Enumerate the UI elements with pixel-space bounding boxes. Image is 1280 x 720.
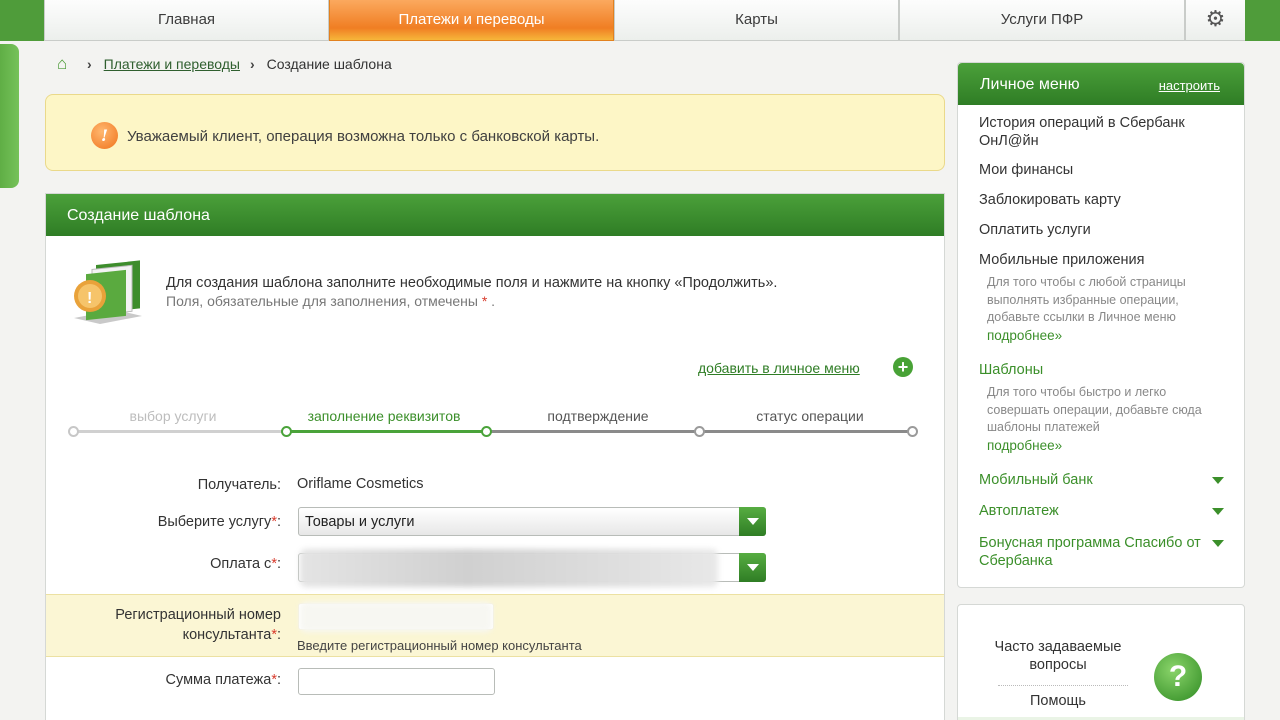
consultant-label-line2: консультанта bbox=[182, 627, 272, 643]
label-colon: : bbox=[276, 627, 281, 643]
label-colon: : bbox=[276, 556, 281, 572]
step-fill-details: заполнение реквизитов bbox=[307, 408, 461, 424]
amount-label-text: Сумма платежа bbox=[165, 672, 272, 688]
label-colon: : bbox=[276, 514, 281, 530]
step-choose-service: выбор услуги bbox=[129, 408, 217, 424]
mobile-apps-description-text: Для того чтобы с любой страницы выполнят… bbox=[987, 275, 1186, 324]
step-dot-2 bbox=[281, 426, 292, 437]
required-note-dot: . bbox=[491, 293, 496, 309]
payment-source-label-text: Оплата с bbox=[210, 556, 272, 572]
breadcrumb-chevron-icon: › bbox=[87, 56, 92, 72]
home-icon[interactable]: ⌂ bbox=[57, 55, 77, 73]
recipient-value: Oriflame Cosmetics bbox=[297, 476, 424, 492]
step-dot-1 bbox=[68, 426, 79, 437]
breadcrumb-current: Создание шаблона bbox=[266, 56, 392, 72]
required-note: Поля, обязательные для заполнения, отмеч… bbox=[166, 293, 495, 309]
nav-edge-left bbox=[0, 0, 44, 41]
chevron-down-icon[interactable] bbox=[739, 553, 766, 582]
plus-icon[interactable]: + bbox=[893, 357, 913, 377]
svg-text:!: ! bbox=[87, 290, 92, 307]
step-line-2 bbox=[287, 430, 487, 433]
templates-description: Для того чтобы быстро и легко совершать … bbox=[987, 384, 1217, 455]
step-dot-4 bbox=[694, 426, 705, 437]
more-link[interactable]: подробнее» bbox=[987, 328, 1062, 343]
expand-arrow-icon[interactable] bbox=[1212, 540, 1224, 547]
expand-arrow-icon[interactable] bbox=[1212, 477, 1224, 484]
menu-item-mobile-bank[interactable]: Мобильный банк bbox=[979, 471, 1229, 489]
consultant-label: Регистрационный номер консультанта*: bbox=[51, 605, 281, 645]
help-link[interactable]: Помощь bbox=[988, 693, 1128, 709]
recipient-label: Получатель: bbox=[197, 477, 281, 493]
top-navigation: Главная Платежи и переводы Карты Услуги … bbox=[0, 0, 1280, 41]
template-creation-panel: Создание шаблона ! Для создания шаблона … bbox=[45, 193, 945, 720]
tab-payments[interactable]: Платежи и переводы bbox=[329, 0, 614, 41]
redacted-consultant-number bbox=[300, 602, 492, 632]
payment-source-label: Оплата с*: bbox=[51, 556, 281, 572]
question-icon[interactable]: ? bbox=[1154, 653, 1202, 701]
consultant-hint: Введите регистрационный номер консультан… bbox=[297, 638, 582, 653]
chevron-down-icon[interactable] bbox=[739, 507, 766, 536]
panel-title: Создание шаблона bbox=[46, 194, 944, 236]
consultant-label-line1: Регистрационный номер bbox=[115, 607, 281, 623]
faq-box: Часто задаваемые вопросы Помощь ? bbox=[957, 604, 1245, 720]
tab-home[interactable]: Главная bbox=[44, 0, 329, 41]
progress-steps: выбор услуги заполнение реквизитов подтв… bbox=[68, 408, 918, 438]
step-line-1 bbox=[73, 430, 287, 433]
faq-link[interactable]: Часто задаваемые вопросы bbox=[988, 638, 1128, 674]
document-folder-icon: ! bbox=[74, 260, 142, 324]
step-dot-5 bbox=[907, 426, 918, 437]
menu-item-my-finances[interactable]: Мои финансы bbox=[979, 161, 1229, 179]
step-dot-3 bbox=[481, 426, 492, 437]
required-note-text: Поля, обязательные для заполнения, отмеч… bbox=[166, 293, 478, 309]
gear-icon: ⚙ bbox=[1205, 6, 1226, 31]
exclamation-icon: ! bbox=[91, 122, 118, 149]
redacted-card-number bbox=[300, 549, 718, 587]
service-label: Выберите услугу*: bbox=[51, 514, 281, 530]
menu-item-templates[interactable]: Шаблоны bbox=[979, 361, 1229, 379]
breadcrumb: ⌂ › Платежи и переводы › Создание шаблон… bbox=[57, 54, 392, 74]
required-star: * bbox=[481, 293, 488, 309]
configure-link[interactable]: настроить bbox=[1159, 78, 1220, 93]
settings-button[interactable]: ⚙ bbox=[1185, 0, 1245, 41]
faq-divider bbox=[998, 685, 1128, 686]
menu-item-block-card[interactable]: Заблокировать карту bbox=[979, 191, 1229, 209]
expand-arrow-icon[interactable] bbox=[1212, 508, 1224, 515]
menu-item-autopayment[interactable]: Автоплатеж bbox=[979, 502, 1229, 520]
more-link[interactable]: подробнее» bbox=[987, 438, 1062, 453]
service-label-text: Выберите услугу bbox=[157, 514, 272, 530]
menu-item-mobile-apps[interactable]: Мобильные приложения bbox=[979, 251, 1229, 269]
warning-text: Уважаемый клиент, операция возможна толь… bbox=[127, 128, 600, 145]
personal-menu: Личное меню настроить История операций в… bbox=[957, 62, 1245, 588]
tab-cards[interactable]: Карты bbox=[614, 0, 899, 41]
menu-item-operations-history[interactable]: История операций в Сбербанк ОнЛ@йн bbox=[979, 114, 1229, 150]
breadcrumb-chevron-icon: › bbox=[249, 56, 255, 72]
menu-item-pay-services[interactable]: Оплатить услуги bbox=[979, 221, 1229, 239]
side-tab[interactable] bbox=[0, 44, 19, 188]
step-operation-status: статус операции bbox=[756, 408, 864, 424]
personal-menu-header: Личное меню настроить bbox=[958, 63, 1244, 105]
label-colon: : bbox=[276, 672, 281, 688]
mobile-apps-description: Для того чтобы с любой страницы выполнят… bbox=[987, 274, 1217, 345]
service-select-value: Товары и услуги bbox=[305, 514, 415, 530]
tab-pfr-services[interactable]: Услуги ПФР bbox=[899, 0, 1185, 41]
intro-text: Для создания шаблона заполните необходим… bbox=[166, 275, 778, 291]
service-select[interactable]: Товары и услуги bbox=[298, 507, 766, 536]
amount-input[interactable] bbox=[298, 668, 495, 695]
menu-item-bonus-program[interactable]: Бонусная программа Спасибо от Сбербанка bbox=[979, 534, 1204, 570]
warning-banner: ! Уважаемый клиент, операция возможна то… bbox=[45, 94, 945, 171]
templates-description-text: Для того чтобы быстро и легко совершать … bbox=[987, 385, 1202, 434]
nav-edge-right bbox=[1245, 0, 1280, 41]
personal-menu-title: Личное меню bbox=[980, 76, 1080, 93]
amount-label: Сумма платежа*: bbox=[51, 672, 281, 688]
breadcrumb-link-payments[interactable]: Платежи и переводы bbox=[104, 56, 240, 72]
add-to-personal-menu-link[interactable]: добавить в личное меню bbox=[698, 360, 860, 376]
step-confirmation: подтверждение bbox=[547, 408, 649, 424]
